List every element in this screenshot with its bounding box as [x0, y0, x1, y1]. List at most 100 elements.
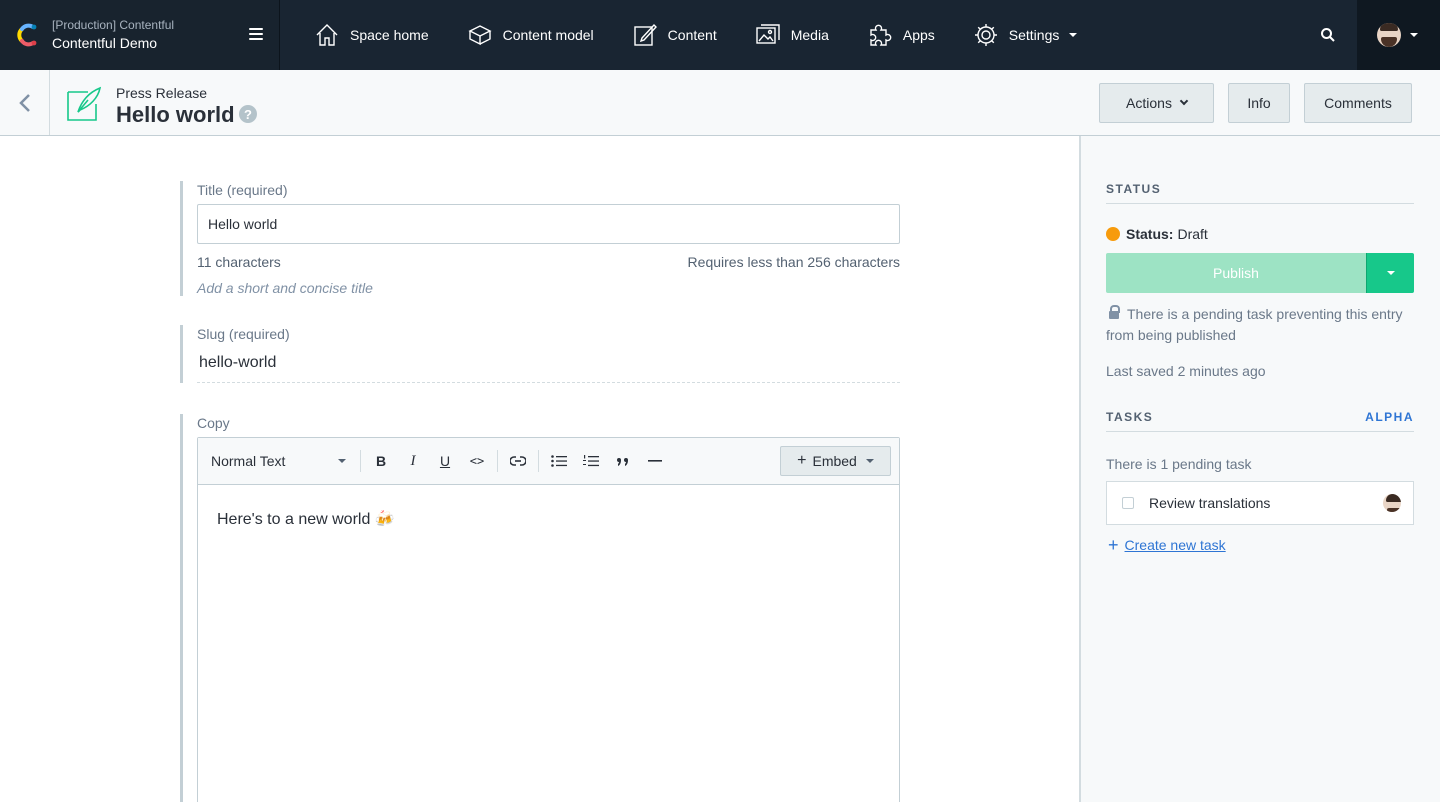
chevron-down-icon: [1179, 96, 1189, 106]
alpha-badge: ALPHA: [1365, 410, 1414, 424]
content-type-icon: [67, 86, 102, 121]
character-limit: Requires less than 256 characters: [687, 254, 900, 270]
task-checkbox[interactable]: [1122, 497, 1134, 509]
italic-button[interactable]: I: [397, 446, 429, 476]
user-avatar: [1377, 23, 1401, 47]
text-style-dropdown[interactable]: Normal Text: [198, 449, 356, 473]
title-field: Title (required) Hello world 11 characte…: [180, 181, 900, 296]
link-icon: [510, 456, 526, 466]
quote-icon: [617, 458, 628, 466]
space-environment: [Production] Contentful: [52, 18, 175, 32]
numbered-list-button[interactable]: [575, 446, 607, 476]
horizontal-rule-button[interactable]: [639, 446, 671, 476]
pending-tasks-count: There is 1 pending task: [1106, 456, 1252, 472]
gear-icon: [974, 24, 997, 46]
create-task-link[interactable]: + Create new task: [1108, 535, 1226, 555]
field-label: Slug (required): [197, 326, 290, 342]
plus-icon: +: [797, 452, 807, 469]
nav-space-home[interactable]: Space home: [314, 0, 429, 70]
publish-blocked-message: There is a pending task preventing this …: [1106, 304, 1406, 346]
plus-icon: +: [1108, 535, 1119, 555]
rich-text-toolbar: Normal Text B I U <> + Embed: [198, 438, 899, 485]
entry-title: Hello world: [116, 102, 235, 127]
field-label: Copy: [197, 415, 230, 431]
nav-media[interactable]: Media: [755, 0, 829, 70]
chevron-left-icon: [18, 93, 30, 112]
nav-settings[interactable]: Settings: [973, 0, 1078, 70]
slug-field: Slug (required) hello-world: [180, 325, 900, 383]
nav-label: Apps: [902, 27, 935, 43]
nav-content[interactable]: Content: [632, 0, 717, 70]
hamburger-menu-icon[interactable]: [249, 28, 263, 40]
space-switcher[interactable]: [Production] Contentful Contentful Demo: [0, 0, 280, 70]
nav-label: Media: [790, 27, 829, 43]
last-saved: Last saved 2 minutes ago: [1106, 363, 1266, 379]
help-icon[interactable]: ?: [239, 105, 257, 123]
nav-label: Content: [667, 27, 717, 43]
comments-button[interactable]: Comments: [1304, 83, 1412, 123]
status-dot-icon: [1106, 227, 1120, 241]
publish-button[interactable]: Publish: [1106, 253, 1366, 293]
content-model-icon: [468, 25, 492, 46]
bulleted-list-button[interactable]: [543, 446, 575, 476]
contentful-logo-icon: [17, 23, 37, 47]
embed-label: Embed: [812, 453, 857, 469]
lock-message-text: There is a pending task preventing this …: [1106, 306, 1403, 343]
rich-text-content[interactable]: Here's to a new world 🍻: [198, 485, 899, 553]
chevron-down-icon: [1386, 271, 1395, 275]
status-label: Status:: [1126, 226, 1174, 242]
account-menu[interactable]: [1357, 0, 1440, 70]
task-label: Review translations: [1149, 495, 1271, 511]
field-hint: Add a short and concise title: [197, 280, 373, 296]
title-input[interactable]: Hello world: [197, 204, 900, 244]
top-navigation: [Production] Contentful Contentful Demo …: [0, 0, 1440, 70]
nav-apps[interactable]: Apps: [867, 0, 935, 70]
underline-button[interactable]: U: [429, 446, 461, 476]
nav-label: Content model: [502, 27, 594, 43]
media-icon: [756, 24, 780, 44]
field-label: Title (required): [197, 182, 288, 198]
slug-input[interactable]: hello-world: [197, 343, 900, 383]
tasks-section-title: TASKS ALPHA: [1106, 410, 1414, 432]
rich-text-editor: Normal Text B I U <> + Embed Here's to a…: [197, 437, 900, 802]
task-item[interactable]: Review translations: [1106, 481, 1414, 525]
code-button[interactable]: <>: [461, 446, 493, 476]
entry-sidebar: STATUS Status: Draft Publish There is a …: [1081, 136, 1440, 802]
entry-header: Press Release Hello world ? Actions Info…: [0, 70, 1440, 136]
create-task-label: Create new task: [1124, 537, 1226, 553]
character-count: 11 characters: [197, 254, 281, 270]
embed-button[interactable]: + Embed: [780, 446, 891, 476]
bold-button[interactable]: B: [365, 446, 397, 476]
nav-label: Settings: [1008, 27, 1060, 43]
lock-icon: [1109, 305, 1120, 319]
quote-button[interactable]: [607, 446, 639, 476]
nav-label: Space home: [350, 27, 429, 43]
space-name: Contentful Demo: [52, 35, 158, 51]
toolbar-divider: [538, 450, 539, 472]
nav-content-model[interactable]: Content model: [467, 0, 594, 70]
content-icon: [633, 23, 657, 46]
entry-status: Status: Draft: [1106, 226, 1208, 242]
toolbar-divider: [497, 450, 498, 472]
actions-button[interactable]: Actions: [1099, 83, 1214, 123]
status-value: Draft: [1177, 226, 1208, 242]
tasks-title: TASKS: [1106, 410, 1154, 424]
home-icon: [316, 24, 338, 46]
entry-editor: Title (required) Hello world 11 characte…: [0, 136, 1079, 802]
info-button[interactable]: Info: [1228, 83, 1290, 123]
content-type-name: Press Release: [116, 85, 208, 101]
link-button[interactable]: [502, 446, 534, 476]
copy-field: Copy Normal Text B I U <> + Embed Here's…: [180, 414, 900, 802]
chevron-down-icon: [865, 459, 874, 463]
back-button[interactable]: [0, 70, 50, 135]
publish-options-button[interactable]: [1366, 253, 1414, 293]
status-section-title: STATUS: [1106, 182, 1414, 204]
chevron-down-icon: [338, 459, 346, 463]
numbered-list-icon: [583, 455, 599, 467]
apps-icon: [870, 24, 892, 46]
bulleted-list-icon: [551, 455, 567, 467]
actions-label: Actions: [1126, 95, 1172, 111]
search-icon[interactable]: [1320, 27, 1336, 43]
horizontal-rule-icon: [648, 460, 662, 462]
text-style-label: Normal Text: [211, 453, 286, 469]
